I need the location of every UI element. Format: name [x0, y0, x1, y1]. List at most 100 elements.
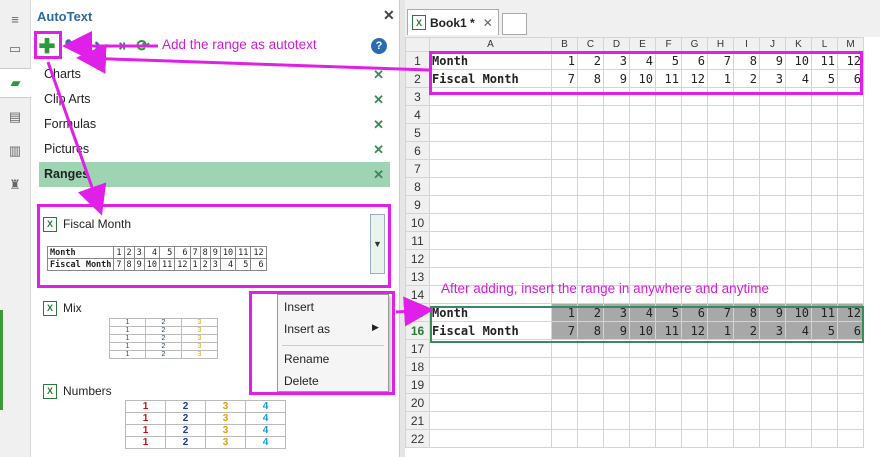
row-header[interactable]: 5: [405, 123, 430, 142]
cell[interactable]: [655, 87, 682, 106]
cell[interactable]: [707, 357, 734, 376]
cell[interactable]: [707, 195, 734, 214]
row-header[interactable]: 22: [405, 429, 430, 448]
cell[interactable]: [785, 141, 812, 160]
cell[interactable]: [655, 429, 682, 448]
cell[interactable]: 8: [733, 303, 760, 322]
cell[interactable]: [707, 249, 734, 268]
cell[interactable]: [759, 357, 786, 376]
cell[interactable]: [785, 393, 812, 412]
category-clip-arts[interactable]: Clip Arts ✕: [39, 87, 390, 112]
cell[interactable]: [655, 141, 682, 160]
category-charts[interactable]: Charts ✕: [39, 62, 390, 87]
cell[interactable]: [655, 393, 682, 412]
cell[interactable]: [785, 429, 812, 448]
column-header[interactable]: I: [733, 37, 760, 52]
cell[interactable]: [733, 213, 760, 232]
cell[interactable]: [681, 375, 708, 394]
cell[interactable]: Fiscal Month: [429, 321, 552, 340]
cell[interactable]: [811, 123, 838, 142]
cell[interactable]: [707, 213, 734, 232]
cell[interactable]: [655, 231, 682, 250]
cell[interactable]: [785, 375, 812, 394]
cell[interactable]: [629, 87, 656, 106]
column-header[interactable]: J: [759, 37, 786, 52]
cell[interactable]: [811, 375, 838, 394]
cell[interactable]: [429, 105, 552, 124]
cell[interactable]: [577, 249, 604, 268]
row-header[interactable]: 20: [405, 393, 430, 412]
cell[interactable]: [681, 213, 708, 232]
cell[interactable]: 5: [811, 321, 838, 340]
row-header[interactable]: 19: [405, 375, 430, 394]
cell[interactable]: [785, 231, 812, 250]
cell[interactable]: [837, 195, 864, 214]
cell[interactable]: 5: [811, 69, 838, 88]
cell[interactable]: 9: [759, 51, 786, 70]
cell[interactable]: 11: [655, 321, 682, 340]
row-header[interactable]: 17: [405, 339, 430, 358]
row-header[interactable]: 21: [405, 411, 430, 430]
cell[interactable]: [429, 429, 552, 448]
cell[interactable]: [577, 375, 604, 394]
cell[interactable]: 5: [655, 51, 682, 70]
cell[interactable]: [551, 195, 578, 214]
cell[interactable]: 11: [655, 69, 682, 88]
remove-icon[interactable]: ✕: [373, 62, 384, 87]
cell[interactable]: [785, 285, 812, 304]
autotext-icon[interactable]: ▰: [0, 68, 31, 98]
cell[interactable]: [629, 231, 656, 250]
cell[interactable]: 7: [707, 303, 734, 322]
cell[interactable]: 3: [603, 51, 630, 70]
remove-icon[interactable]: ✕: [373, 137, 384, 162]
cell[interactable]: [655, 123, 682, 142]
column-header[interactable]: G: [681, 37, 708, 52]
row-header[interactable]: 3: [405, 87, 430, 106]
cell[interactable]: 9: [603, 321, 630, 340]
cell[interactable]: [577, 123, 604, 142]
row-header[interactable]: 7: [405, 159, 430, 178]
cell[interactable]: 7: [551, 321, 578, 340]
cell[interactable]: [577, 87, 604, 106]
cell[interactable]: 10: [785, 303, 812, 322]
help-icon[interactable]: ?: [371, 38, 387, 54]
cell[interactable]: [603, 357, 630, 376]
cell[interactable]: [785, 159, 812, 178]
cell[interactable]: [655, 213, 682, 232]
remove-icon[interactable]: ✕: [373, 112, 384, 137]
cell[interactable]: [811, 195, 838, 214]
cell[interactable]: [681, 177, 708, 196]
menu-item-insert-as[interactable]: Insert as: [284, 322, 330, 336]
cell[interactable]: [707, 411, 734, 430]
cell[interactable]: [785, 339, 812, 358]
row-header[interactable]: 9: [405, 195, 430, 214]
cell[interactable]: [603, 195, 630, 214]
cell[interactable]: [603, 411, 630, 430]
cell[interactable]: [603, 339, 630, 358]
cell[interactable]: [603, 87, 630, 106]
cell[interactable]: 4: [785, 321, 812, 340]
cell[interactable]: [577, 195, 604, 214]
row-header[interactable]: 10: [405, 213, 430, 232]
cell[interactable]: 4: [629, 303, 656, 322]
cell[interactable]: [707, 429, 734, 448]
cell[interactable]: [785, 87, 812, 106]
category-ranges[interactable]: Ranges ✕: [39, 162, 390, 187]
cell[interactable]: [629, 393, 656, 412]
category-pictures[interactable]: Pictures ✕: [39, 137, 390, 162]
cell[interactable]: [837, 339, 864, 358]
cell[interactable]: [603, 141, 630, 160]
cell[interactable]: [759, 195, 786, 214]
cell[interactable]: [629, 411, 656, 430]
cell[interactable]: [837, 375, 864, 394]
refresh-icon[interactable]: ⟳: [131, 35, 155, 57]
cell[interactable]: [577, 429, 604, 448]
cell[interactable]: [429, 87, 552, 106]
cell[interactable]: Fiscal Month: [429, 69, 552, 88]
cell[interactable]: [577, 357, 604, 376]
cell[interactable]: [785, 411, 812, 430]
cell[interactable]: [707, 159, 734, 178]
cell[interactable]: [551, 87, 578, 106]
cell[interactable]: [733, 141, 760, 160]
cell[interactable]: [577, 159, 604, 178]
